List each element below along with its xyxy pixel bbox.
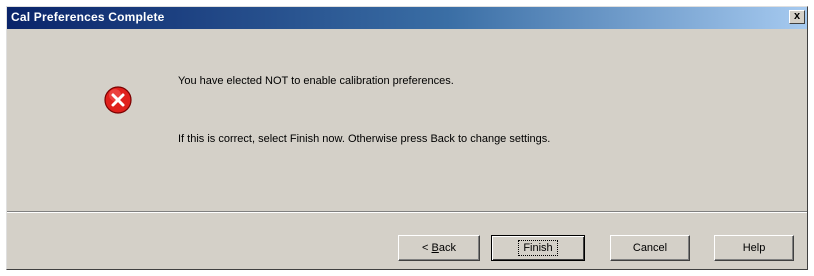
help-button[interactable]: Help xyxy=(714,235,794,261)
back-button-prefix: < xyxy=(422,242,432,254)
button-area-separator xyxy=(7,211,807,213)
title-bar[interactable]: Cal Preferences Complete x xyxy=(7,7,807,29)
back-button-mnemonic: B xyxy=(431,242,439,254)
finish-button[interactable]: Finish xyxy=(491,235,585,261)
close-icon: x xyxy=(793,10,801,22)
message-line-1: You have elected NOT to enable calibrati… xyxy=(178,75,454,87)
finish-button-label: Finish xyxy=(518,240,558,256)
dialog-title: Cal Preferences Complete xyxy=(11,10,165,24)
message-line-2: If this is correct, select Finish now. O… xyxy=(178,133,551,145)
dialog-window: Cal Preferences Complete x You have elec… xyxy=(6,6,808,270)
back-button-label: ack xyxy=(438,242,456,254)
cancel-button[interactable]: Cancel xyxy=(610,235,690,261)
back-button[interactable]: < Back xyxy=(398,235,480,261)
close-button[interactable]: x xyxy=(789,10,805,24)
error-icon xyxy=(104,86,132,114)
